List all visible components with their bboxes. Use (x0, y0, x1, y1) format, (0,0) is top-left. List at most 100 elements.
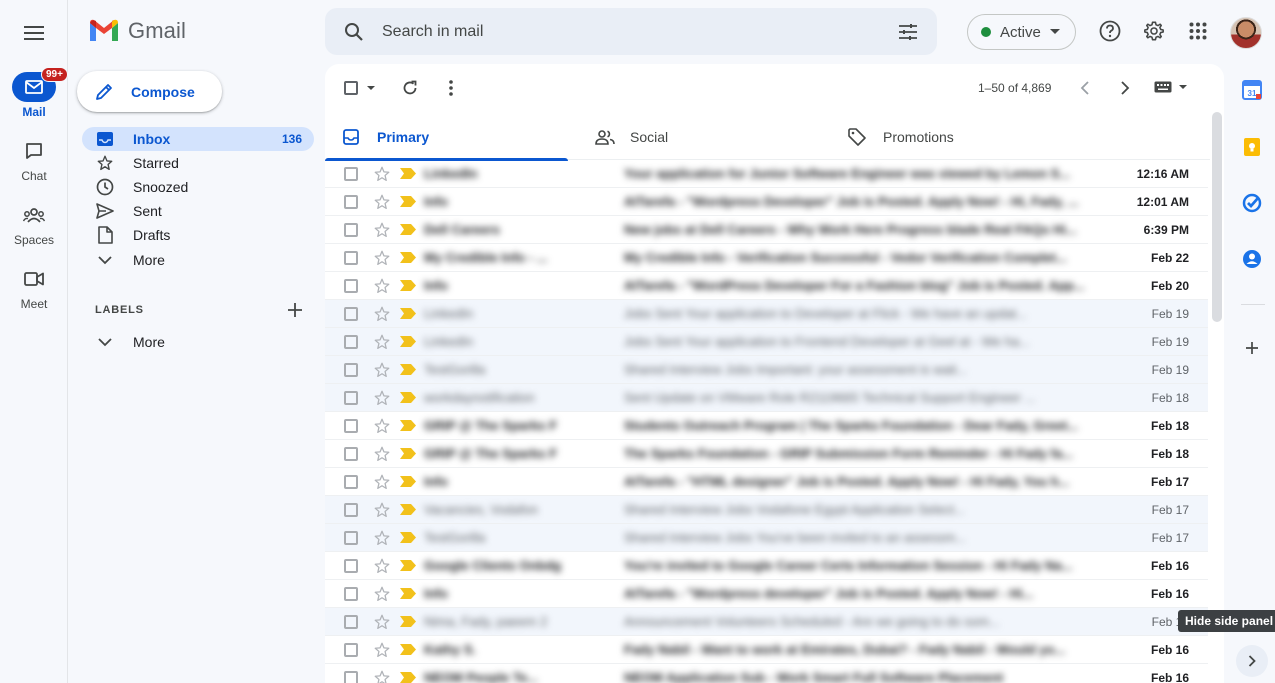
gmail-logo[interactable]: Gmail (88, 18, 186, 44)
importance-marker-icon[interactable] (400, 280, 416, 291)
star-icon[interactable] (373, 445, 391, 463)
email-select-checkbox[interactable] (344, 418, 358, 433)
google-apps-button[interactable] (1185, 18, 1211, 44)
email-row[interactable]: LinkedIn Jobs Sent Your application to De… (325, 300, 1208, 328)
main-menu-icon[interactable] (21, 20, 47, 46)
nav-sent[interactable]: Sent (82, 199, 314, 223)
email-row[interactable]: Google Clients Onbdg You're invited to Go… (325, 552, 1208, 580)
email-row[interactable]: GRIP @ The Sparks F The Sparks Foundation… (325, 440, 1208, 468)
email-row[interactable]: My Credible Info - ... My Credible Info -… (325, 244, 1208, 272)
rail-meet[interactable]: Meet (0, 264, 68, 311)
star-icon[interactable] (373, 641, 391, 659)
tasks-app-button[interactable] (1242, 193, 1264, 215)
email-row[interactable]: Info AITarefa - "Wordpress developer" Job… (325, 580, 1208, 608)
tab-social[interactable]: Social (595, 114, 838, 160)
email-select-checkbox[interactable] (344, 166, 358, 181)
create-label-button[interactable] (285, 300, 305, 320)
email-row[interactable]: TestGorilla Shared Interview Jobs Importa… (325, 356, 1208, 384)
email-row[interactable]: LinkedIn Jobs Sent Your application to Fr… (325, 328, 1208, 356)
importance-marker-icon[interactable] (400, 588, 416, 599)
importance-marker-icon[interactable] (400, 252, 416, 263)
importance-marker-icon[interactable] (400, 616, 416, 627)
importance-marker-icon[interactable] (400, 308, 416, 319)
compose-button[interactable]: Compose (77, 71, 222, 112)
email-row[interactable]: Vacancies, Vodafon Shared Interview Jobs … (325, 496, 1208, 524)
star-icon[interactable] (373, 249, 391, 267)
importance-marker-icon[interactable] (400, 224, 416, 235)
email-select-checkbox[interactable] (344, 474, 358, 489)
importance-marker-icon[interactable] (400, 336, 416, 347)
input-tools-button[interactable] (1154, 81, 1187, 93)
email-select-checkbox[interactable] (344, 362, 358, 377)
rail-chat[interactable]: Chat (0, 136, 68, 183)
email-row[interactable]: Info AITarefa - "HTML designer" Job is Po… (325, 468, 1208, 496)
support-button[interactable] (1097, 18, 1123, 44)
email-select-checkbox[interactable] (344, 222, 358, 237)
email-row[interactable]: LinkedIn Your application for Junior Soft… (325, 160, 1208, 188)
importance-marker-icon[interactable] (400, 168, 416, 179)
more-vert-icon[interactable] (449, 80, 453, 96)
email-select-checkbox[interactable] (344, 446, 358, 461)
settings-button[interactable] (1141, 18, 1167, 44)
importance-marker-icon[interactable] (400, 196, 416, 207)
star-icon[interactable] (373, 529, 391, 547)
email-row[interactable]: TestGorilla Shared Interview Jobs You've … (325, 524, 1208, 552)
email-select-checkbox[interactable] (344, 614, 358, 629)
email-select-checkbox[interactable] (344, 502, 358, 517)
hide-side-panel-button[interactable] (1236, 645, 1268, 677)
importance-marker-icon[interactable] (400, 644, 416, 655)
star-icon[interactable] (373, 557, 391, 575)
email-select-checkbox[interactable] (344, 278, 358, 293)
email-select-checkbox[interactable] (344, 642, 358, 657)
email-row[interactable]: workdaynotification Sent Update on VMware… (325, 384, 1208, 412)
rail-spaces[interactable]: Spaces (0, 200, 68, 247)
email-select-checkbox[interactable] (344, 250, 358, 265)
star-icon[interactable] (373, 473, 391, 491)
chevron-left-icon[interactable] (1080, 81, 1090, 95)
email-row[interactable]: Dell Careers New jobs at Dell Careers - W… (325, 216, 1208, 244)
email-select-checkbox[interactable] (344, 558, 358, 573)
importance-marker-icon[interactable] (400, 392, 416, 403)
email-select-checkbox[interactable] (344, 334, 358, 349)
email-select-checkbox[interactable] (344, 194, 358, 209)
get-addons-button[interactable] (1242, 338, 1264, 360)
email-row[interactable]: Nima, Fady, paeem 2 Announcement Voluntee… (325, 608, 1208, 636)
email-row[interactable]: Info AITarefa - "Wordpress Developer" Job… (325, 188, 1208, 216)
star-icon[interactable] (373, 277, 391, 295)
labels-more[interactable]: More (95, 334, 165, 350)
email-row[interactable]: NEOM People Te... NEOM Application Sub - … (325, 664, 1208, 683)
importance-marker-icon[interactable] (400, 504, 416, 515)
search-options-icon[interactable] (898, 23, 918, 41)
chevron-right-icon[interactable] (1120, 81, 1130, 95)
nav-starred[interactable]: Starred (82, 151, 314, 175)
email-select-checkbox[interactable] (344, 586, 358, 601)
importance-marker-icon[interactable] (400, 560, 416, 571)
star-icon[interactable] (373, 613, 391, 631)
importance-marker-icon[interactable] (400, 448, 416, 459)
star-icon[interactable] (373, 389, 391, 407)
tab-primary[interactable]: Primary (325, 114, 568, 161)
contacts-app-button[interactable] (1242, 249, 1264, 271)
star-icon[interactable] (373, 417, 391, 435)
select-all-control[interactable] (344, 81, 375, 95)
tab-promotions[interactable]: Promotions (848, 114, 1091, 160)
status-dropdown[interactable]: Active (967, 14, 1076, 50)
email-row[interactable]: Kathy S. Fady Nabil - Want to work at Emi… (325, 636, 1208, 664)
nav-snoozed[interactable]: Snoozed (82, 175, 314, 199)
importance-marker-icon[interactable] (400, 420, 416, 431)
rail-mail[interactable]: 99+ Mail (0, 67, 68, 119)
star-icon[interactable] (373, 165, 391, 183)
importance-marker-icon[interactable] (400, 672, 416, 683)
star-icon[interactable] (373, 305, 391, 323)
email-select-checkbox[interactable] (344, 530, 358, 545)
email-select-checkbox[interactable] (344, 390, 358, 405)
email-row[interactable]: GRIP @ The Sparks F Students Outreach Pro… (325, 412, 1208, 440)
nav-more[interactable]: More (82, 248, 314, 272)
nav-drafts[interactable]: Drafts (82, 223, 314, 247)
caret-down-icon[interactable] (367, 85, 375, 91)
importance-marker-icon[interactable] (400, 532, 416, 543)
email-select-checkbox[interactable] (344, 670, 358, 683)
list-scrollbar[interactable] (1212, 112, 1222, 322)
nav-inbox[interactable]: Inbox 136 (82, 127, 314, 151)
star-icon[interactable] (373, 221, 391, 239)
